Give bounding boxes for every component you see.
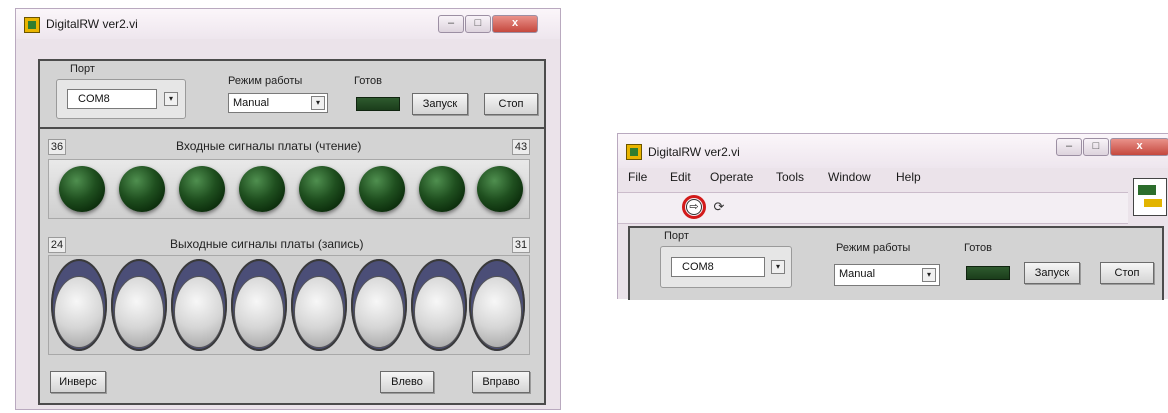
invert-button[interactable]: Инверс — [50, 371, 106, 393]
input-led — [179, 166, 225, 212]
start-button[interactable]: Запуск — [1024, 262, 1080, 284]
outputs-start-index: 24 — [48, 237, 66, 253]
ready-label: Готов — [964, 242, 992, 254]
ready-indicator — [356, 97, 400, 111]
menu-operate[interactable]: Operate — [710, 170, 753, 184]
maximize-button[interactable]: □ — [1083, 138, 1109, 156]
minimize-button[interactable]: – — [438, 15, 464, 33]
port-control-frame: COM8 ▾ — [660, 246, 792, 288]
output-switch-knob — [235, 277, 283, 347]
start-button[interactable]: Запуск — [412, 93, 468, 115]
output-switch[interactable] — [51, 259, 107, 351]
title-bar[interactable]: DigitalRW ver2.vi – □ x — [618, 134, 1168, 168]
labview-app-icon — [24, 17, 40, 33]
mode-dropdown-button[interactable]: ▾ — [311, 96, 325, 110]
mode-dropdown-button[interactable]: ▾ — [922, 268, 936, 282]
port-input[interactable]: COM8 — [671, 257, 765, 277]
output-switch[interactable] — [111, 259, 167, 351]
maximize-button[interactable]: □ — [465, 15, 491, 33]
stop-button[interactable]: Стоп — [484, 93, 538, 115]
title-bar[interactable]: DigitalRW ver2.vi – □ x — [16, 9, 560, 39]
window-title: DigitalRW ver2.vi — [648, 145, 740, 159]
output-switch[interactable] — [469, 259, 525, 351]
output-switch[interactable] — [291, 259, 347, 351]
control-panel: Порт COM8 ▾ Режим работы Manual ▾ Готов … — [628, 226, 1164, 300]
signals-panel: 36 Входные сигналы платы (чтение) 43 24 … — [38, 127, 546, 405]
editor-window: DigitalRW ver2.vi – □ x File Edit Operat… — [617, 133, 1168, 300]
port-dropdown-button[interactable]: ▾ — [164, 92, 178, 106]
main-window: DigitalRW ver2.vi – □ x Порт COM8 ▾ Режи… — [15, 8, 561, 410]
menu-bar: File Edit Operate Tools Window Help — [618, 170, 1128, 188]
output-switch-knob — [415, 277, 463, 347]
menu-window[interactable]: Window — [828, 170, 871, 184]
mode-label: Режим работы — [228, 75, 303, 87]
output-switch-knob — [295, 277, 343, 347]
output-switch[interactable] — [231, 259, 287, 351]
input-led — [419, 166, 465, 212]
port-label: Порт — [70, 63, 95, 75]
minimize-button[interactable]: – — [1056, 138, 1082, 156]
output-switch[interactable] — [171, 259, 227, 351]
close-button[interactable]: x — [492, 15, 538, 33]
output-switch-knob — [473, 277, 521, 347]
output-switch[interactable] — [351, 259, 407, 351]
vi-icon-glyph-2 — [1144, 199, 1162, 207]
output-switch-knob — [355, 277, 403, 347]
port-input[interactable]: COM8 — [67, 89, 157, 109]
shift-left-button[interactable]: Влево — [380, 371, 434, 393]
control-panel: Порт COM8 ▾ Режим работы Manual ▾ Готов … — [38, 59, 546, 131]
inputs-start-index: 36 — [48, 139, 66, 155]
input-led — [119, 166, 165, 212]
output-switch-knob — [175, 277, 223, 347]
port-control-frame: COM8 ▾ — [56, 79, 186, 119]
toolbar: ⇨ ⟳ — [618, 192, 1128, 224]
outputs-end-index: 31 — [512, 237, 530, 253]
inputs-group-title: Входные сигналы платы (чтение) — [176, 139, 362, 153]
stop-button[interactable]: Стоп — [1100, 262, 1154, 284]
ready-indicator — [966, 266, 1010, 280]
port-dropdown-button[interactable]: ▾ — [771, 260, 785, 274]
window-title: DigitalRW ver2.vi — [46, 17, 138, 31]
output-switch-knob — [115, 277, 163, 347]
input-led — [359, 166, 405, 212]
output-switch-knob — [55, 277, 103, 347]
ready-label: Готов — [354, 75, 382, 87]
vi-icon-glyph — [1138, 185, 1156, 195]
outputs-group-title: Выходные сигналы платы (запись) — [170, 237, 364, 251]
labview-app-icon — [626, 144, 642, 160]
input-led — [477, 166, 523, 212]
menu-tools[interactable]: Tools — [776, 170, 804, 184]
menu-edit[interactable]: Edit — [670, 170, 691, 184]
mode-label: Режим работы — [836, 242, 911, 254]
outputs-switch-strip — [48, 255, 530, 355]
input-led — [299, 166, 345, 212]
port-label: Порт — [664, 230, 689, 242]
menu-file[interactable]: File — [628, 170, 647, 184]
inputs-end-index: 43 — [512, 139, 530, 155]
close-button[interactable]: x — [1110, 138, 1168, 156]
run-continuously-icon[interactable]: ⟳ — [710, 199, 728, 215]
input-led — [239, 166, 285, 212]
shift-right-button[interactable]: Вправо — [472, 371, 530, 393]
menu-help[interactable]: Help — [896, 170, 921, 184]
inputs-led-strip — [48, 159, 530, 219]
input-led — [59, 166, 105, 212]
run-arrow-icon[interactable]: ⇨ — [686, 199, 702, 215]
output-switch[interactable] — [411, 259, 467, 351]
vi-connector-icon[interactable] — [1133, 178, 1167, 216]
